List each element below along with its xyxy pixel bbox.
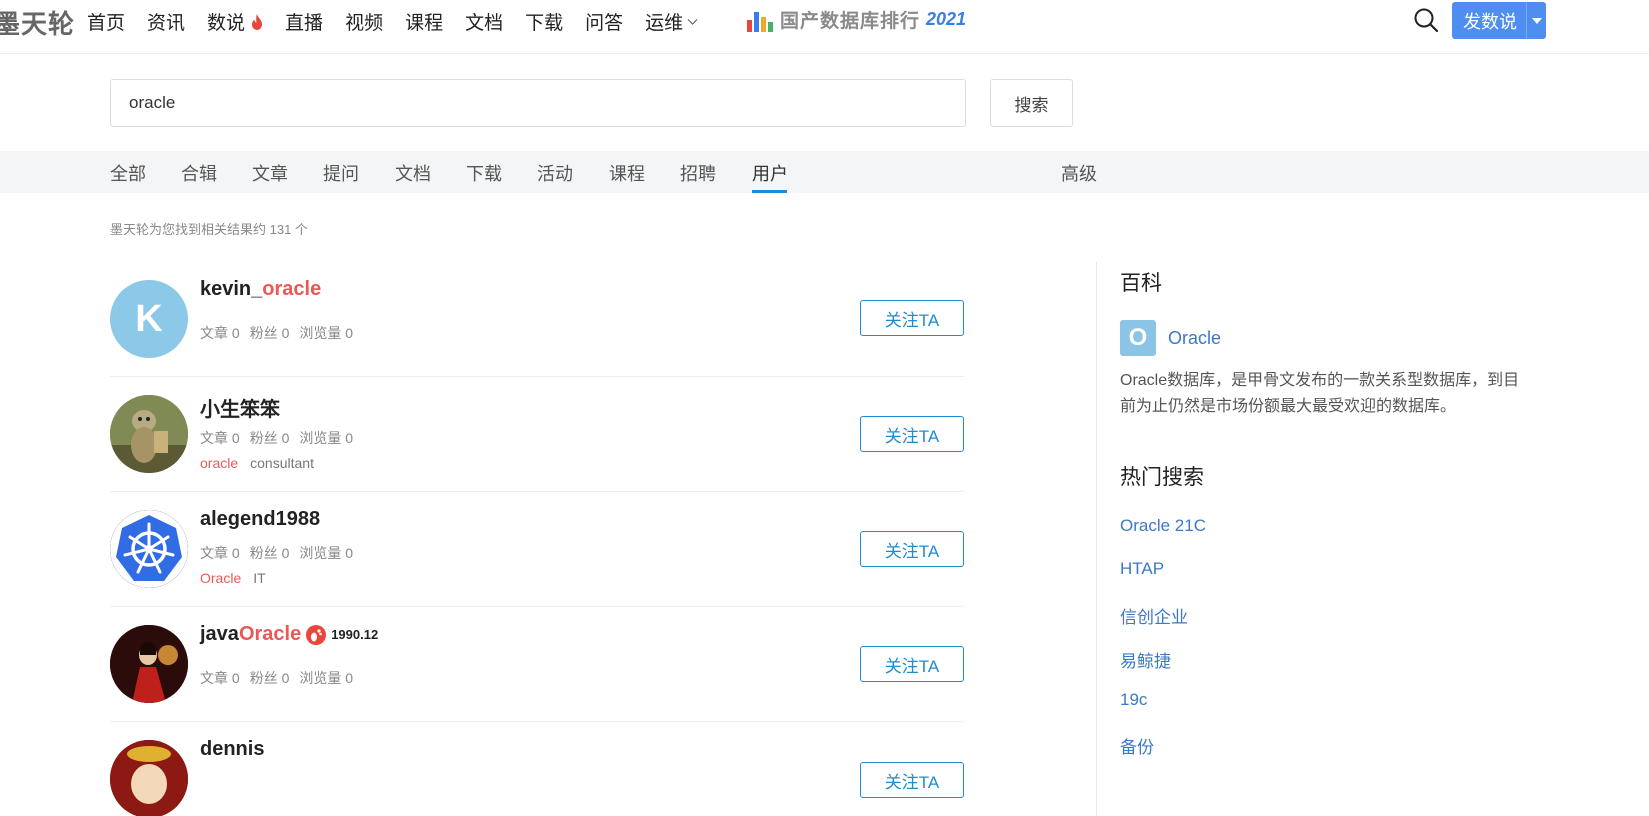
avatar-photo [110,625,188,703]
avatar-photo [110,395,188,473]
search-button[interactable]: 搜索 [990,79,1073,127]
user-result-row: java Oracle 1990.12 文章 0 粉丝 0 浏览量 0 关注TA [110,607,964,722]
tab-jobs[interactable]: 招聘 [680,160,716,186]
hot-search-item[interactable]: 备份 [1120,733,1154,758]
tab-collections[interactable]: 合辑 [181,160,217,186]
username-link[interactable]: java Oracle 1990.12 [200,623,378,646]
bar-chart-icon [747,11,773,32]
result-count: 墨天轮为您找到相关结果约 131 个 [110,222,308,237]
follow-button[interactable]: 关注TA [860,531,964,567]
wiki-entry-icon: O [1120,320,1156,356]
username-link[interactable]: dennis [200,738,264,761]
avatar[interactable]: K [110,280,188,358]
banner-year: 2021 [926,9,967,29]
wiki-entry-oracle[interactable]: O Oracle [1120,320,1221,356]
tab-all[interactable]: 全部 [110,160,146,186]
username-link[interactable]: 小生笨笨 [200,393,280,422]
username-link[interactable]: kevin_ oracle [200,278,321,301]
user-tags: oracle consultant [200,455,314,471]
wiki-entry-link: Oracle [1168,327,1222,348]
user-stats: 文章 0 粉丝 0 浏览量 0 [200,430,354,446]
tab-downloads[interactable]: 下载 [466,160,502,186]
tab-documents[interactable]: 文档 [395,160,431,186]
footprint-badge-icon [306,624,327,645]
tab-questions[interactable]: 提问 [323,160,359,186]
nav-item-shushuo[interactable]: 数说 [207,8,263,35]
flame-icon [252,13,263,30]
hot-search-item[interactable]: 19c [1120,690,1147,710]
nav-item-news[interactable]: 资讯 [147,8,185,35]
hot-search-item[interactable]: 信创企业 [1120,603,1188,628]
nav-item-downloads[interactable]: 下载 [525,8,563,35]
search-input[interactable] [110,79,966,127]
banner-text: 国产数据库排行 [780,11,921,32]
avatar[interactable] [110,395,188,473]
user-stats: 文章 0 粉丝 0 浏览量 0 [200,545,354,561]
advanced-search-link[interactable]: 高级 [1061,160,1097,186]
kubernetes-logo-avatar [110,510,188,588]
hot-search-item[interactable]: Oracle 21C [1120,516,1206,536]
chevron-down-icon [687,18,698,25]
user-stats: 文章 0 粉丝 0 浏览量 0 [200,325,354,341]
nav-item-video[interactable]: 视频 [345,8,383,35]
user-result-row: dennis 关注TA [110,722,964,816]
user-tags: Oracle IT [200,570,266,586]
follow-button[interactable]: 关注TA [860,762,964,798]
follow-button[interactable]: 关注TA [860,646,964,682]
wiki-description: Oracle数据库，是甲骨文发布的一款关系型数据库，到目前为止仍然是市场份额最大… [1120,372,1520,415]
avatar[interactable] [110,625,188,703]
tab-articles[interactable]: 文章 [252,160,288,186]
db-ranking-banner[interactable]: 国产数据库排行 2021 [746,6,966,33]
user-result-row: K kevin_ oracle 文章 0 粉丝 0 浏览量 0 关注TA [110,262,964,377]
search-icon[interactable] [1413,7,1439,33]
post-shushuo-button[interactable]: 发数说 [1452,2,1546,39]
nav-item-docs[interactable]: 文档 [465,8,503,35]
avatar[interactable] [110,510,188,588]
hot-search-item[interactable]: HTAP [1120,559,1164,579]
post-options-dropdown[interactable] [1527,17,1546,24]
avatar-photo [110,740,188,816]
tab-events[interactable]: 活动 [537,160,573,186]
username-link[interactable]: alegend1988 [200,508,320,531]
caret-down-icon [1531,17,1542,24]
main-menu: 首页 资讯 数说 直播 视频 课程 文档 下载 问答 运维 [87,8,720,35]
hot-search-title: 热门搜索 [1120,466,1204,489]
hot-search-item[interactable]: 易鲸捷 [1120,647,1171,672]
sidebar-divider [1096,262,1097,816]
follow-button[interactable]: 关注TA [860,416,964,452]
result-type-tabs: 全部 合辑 文章 提问 文档 下载 活动 课程 招聘 用户 高级 [0,151,1649,193]
user-result-row: alegend1988 文章 0 粉丝 0 浏览量 0 Oracle IT 关注TA [110,492,964,607]
user-stats: 文章 0 粉丝 0 浏览量 0 [200,670,354,686]
active-tab-indicator [752,190,787,193]
tab-courses[interactable]: 课程 [609,160,645,186]
user-badge-text: 1990.12 [331,627,379,642]
follow-button[interactable]: 关注TA [860,300,964,336]
top-navigation: 墨天轮 首页 资讯 数说 直播 视频 课程 文档 下载 问答 运维 国产数据库排… [0,0,1649,54]
nav-item-courses[interactable]: 课程 [405,8,443,35]
nav-item-ops[interactable]: 运维 [645,8,698,35]
nav-item-live[interactable]: 直播 [285,8,323,35]
user-result-row: 小生笨笨 文章 0 粉丝 0 浏览量 0 oracle consultant 关注TA [110,377,964,492]
avatar[interactable] [110,740,188,816]
tab-users[interactable]: 用户 [752,160,788,186]
nav-item-home[interactable]: 首页 [87,8,125,35]
site-logo[interactable]: 墨天轮 [0,4,75,41]
wiki-section-title: 百科 [1120,272,1162,295]
nav-item-qa[interactable]: 问答 [585,8,623,35]
